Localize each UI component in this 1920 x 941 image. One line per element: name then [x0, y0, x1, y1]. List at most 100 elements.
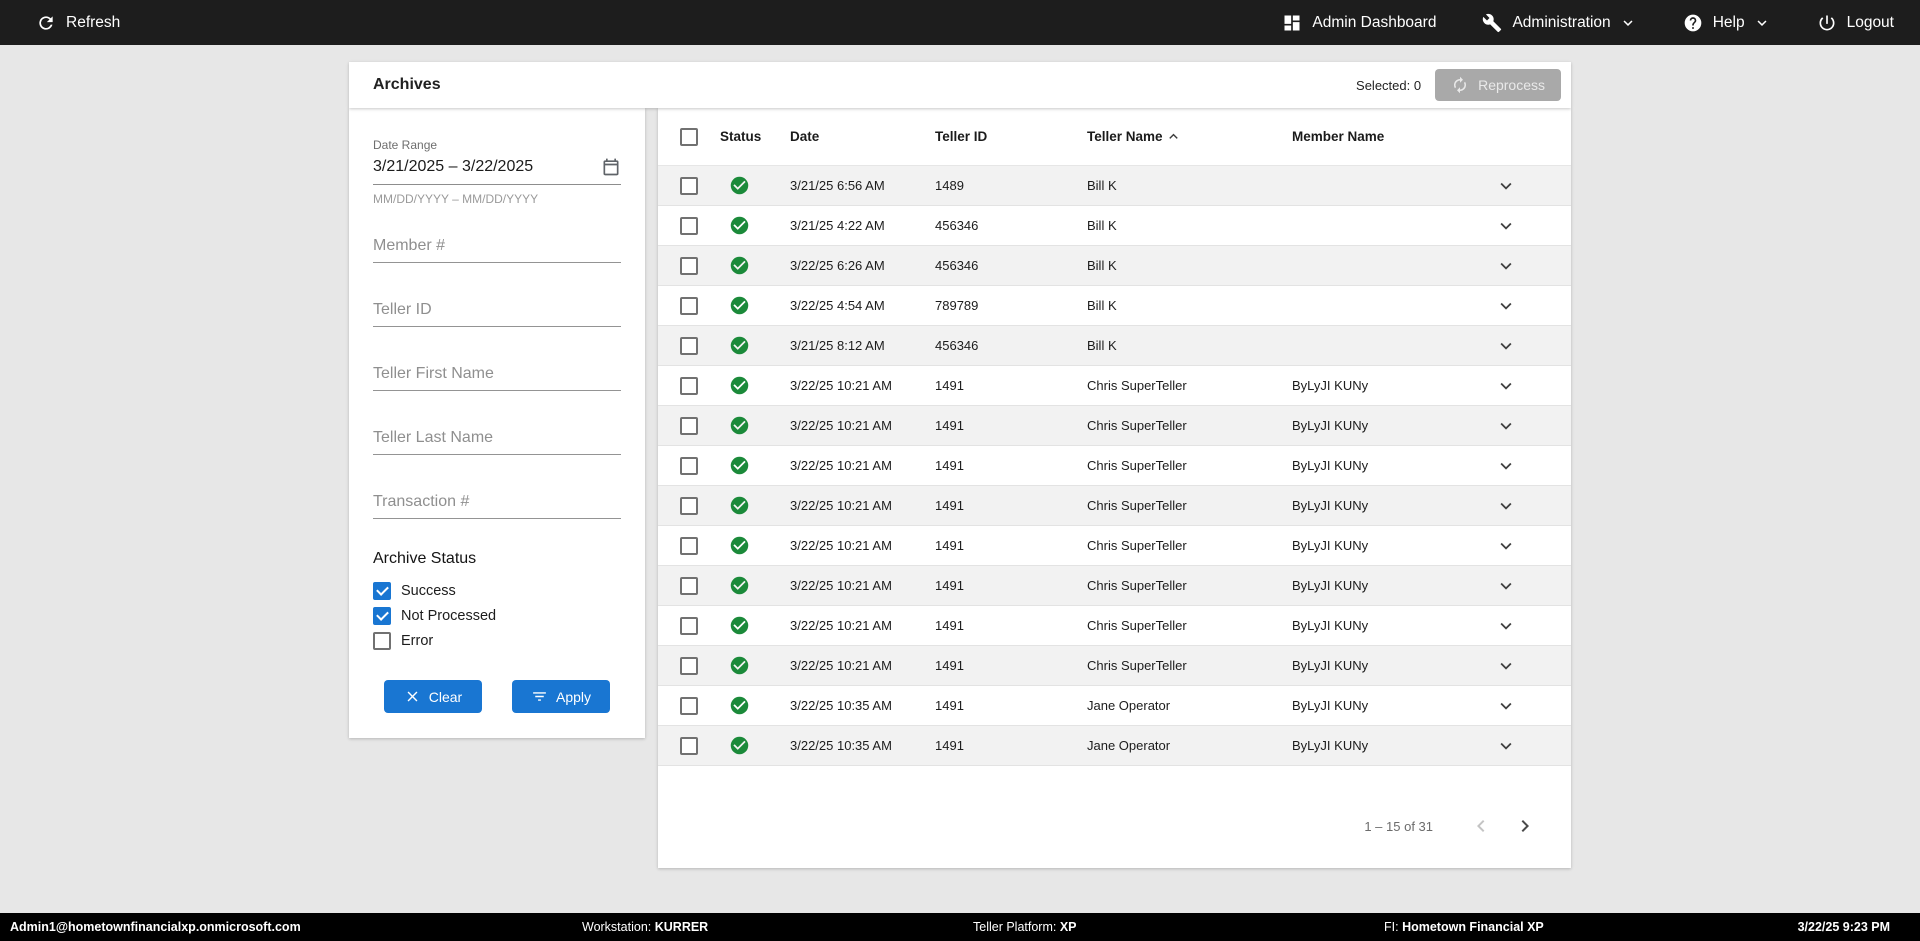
row-checkbox[interactable]: [680, 497, 698, 515]
logout-button[interactable]: Logout: [1817, 13, 1894, 33]
row-checkbox[interactable]: [680, 217, 698, 235]
teller-id-input[interactable]: [373, 294, 621, 327]
refresh-button[interactable]: Refresh: [36, 13, 120, 33]
row-expand-button[interactable]: [1491, 291, 1521, 321]
status-success-icon: [729, 575, 750, 596]
reprocess-button[interactable]: Reprocess: [1435, 69, 1561, 101]
chevron-down-icon: [1495, 255, 1517, 277]
row-expand-button[interactable]: [1491, 651, 1521, 681]
column-header-member-name[interactable]: Member Name: [1292, 129, 1441, 144]
cell-teller-id: 456346: [935, 338, 1087, 353]
row-expand-button[interactable]: [1491, 691, 1521, 721]
error-checkbox[interactable]: [373, 632, 391, 650]
close-icon: [404, 688, 421, 705]
row-checkbox[interactable]: [680, 537, 698, 555]
row-expand-button[interactable]: [1491, 211, 1521, 241]
column-header-teller-name[interactable]: Teller Name: [1087, 128, 1292, 145]
wrench-icon: [1482, 13, 1502, 33]
admin-dashboard-button[interactable]: Admin Dashboard: [1282, 13, 1436, 33]
row-expand-button[interactable]: [1491, 331, 1521, 361]
row-expand-button[interactable]: [1491, 451, 1521, 481]
date-range-input[interactable]: [373, 154, 601, 180]
column-header-teller-id[interactable]: Teller ID: [935, 129, 1087, 144]
status-success-icon: [729, 215, 750, 236]
power-icon: [1817, 13, 1837, 33]
calendar-picker-button[interactable]: [601, 157, 621, 177]
row-expand-button[interactable]: [1491, 171, 1521, 201]
reprocess-label: Reprocess: [1478, 77, 1545, 93]
table-row: 3/22/25 10:21 AM 1491 Chris SuperTeller …: [658, 526, 1571, 566]
next-page-button[interactable]: [1503, 806, 1547, 846]
member-number-input[interactable]: [373, 230, 621, 263]
cell-teller-name: Bill K: [1087, 338, 1292, 353]
previous-page-button[interactable]: [1459, 806, 1503, 846]
row-checkbox[interactable]: [680, 177, 698, 195]
cell-date: 3/22/25 10:21 AM: [790, 538, 935, 553]
cell-teller-name: Chris SuperTeller: [1087, 458, 1292, 473]
column-header-status[interactable]: Status: [720, 129, 790, 144]
row-expand-button[interactable]: [1491, 251, 1521, 281]
select-all-checkbox[interactable]: [680, 128, 698, 146]
table-row: 3/21/25 4:22 AM 456346 Bill K: [658, 206, 1571, 246]
calendar-icon: [601, 157, 621, 177]
row-checkbox[interactable]: [680, 417, 698, 435]
row-expand-button[interactable]: [1491, 531, 1521, 561]
teller-first-name-input[interactable]: [373, 358, 621, 391]
cell-date: 3/21/25 6:56 AM: [790, 178, 935, 193]
administration-label: Administration: [1512, 14, 1610, 32]
row-checkbox[interactable]: [680, 577, 698, 595]
row-expand-button[interactable]: [1491, 731, 1521, 761]
top-navigation-bar: Refresh Admin Dashboard Administration H…: [0, 0, 1920, 45]
table-row: 3/22/25 10:21 AM 1491 Chris SuperTeller …: [658, 646, 1571, 686]
row-expand-button[interactable]: [1491, 411, 1521, 441]
chevron-down-icon: [1495, 455, 1517, 477]
table-row: 3/22/25 10:21 AM 1491 Chris SuperTeller …: [658, 486, 1571, 526]
transaction-number-input[interactable]: [373, 486, 621, 519]
chevron-down-icon: [1495, 735, 1517, 757]
table-row: 3/21/25 8:12 AM 456346 Bill K: [658, 326, 1571, 366]
selected-count: Selected: 0: [1356, 78, 1421, 93]
clear-button[interactable]: Clear: [384, 680, 482, 713]
status-success-icon: [729, 535, 750, 556]
table-body: 3/21/25 6:56 AM 1489 Bill K 3/21/25 4:22…: [658, 166, 1571, 766]
row-checkbox[interactable]: [680, 697, 698, 715]
row-expand-button[interactable]: [1491, 491, 1521, 521]
row-checkbox[interactable]: [680, 617, 698, 635]
row-expand-button[interactable]: [1491, 371, 1521, 401]
success-checkbox[interactable]: [373, 582, 391, 600]
not-processed-checkbox[interactable]: [373, 607, 391, 625]
main-area: Archives Selected: 0 Reprocess Date Rang…: [0, 45, 1920, 913]
status-option-not-processed[interactable]: Not Processed: [373, 607, 621, 625]
status-option-error[interactable]: Error: [373, 632, 621, 650]
administration-menu[interactable]: Administration: [1482, 13, 1636, 33]
date-range-label: Date Range: [373, 138, 621, 152]
help-label: Help: [1713, 14, 1745, 32]
status-option-success[interactable]: Success: [373, 582, 621, 600]
cell-date: 3/22/25 4:54 AM: [790, 298, 935, 313]
row-checkbox[interactable]: [680, 377, 698, 395]
row-checkbox[interactable]: [680, 737, 698, 755]
status-success-icon: [729, 495, 750, 516]
row-checkbox[interactable]: [680, 657, 698, 675]
column-header-date[interactable]: Date: [790, 129, 935, 144]
row-expand-button[interactable]: [1491, 571, 1521, 601]
cell-member-name: ByLyJI KUNy: [1292, 698, 1441, 713]
row-expand-button[interactable]: [1491, 611, 1521, 641]
cell-member-name: ByLyJI KUNy: [1292, 738, 1441, 753]
row-checkbox[interactable]: [680, 297, 698, 315]
row-checkbox[interactable]: [680, 457, 698, 475]
cell-date: 3/22/25 10:21 AM: [790, 418, 935, 433]
table-header-row: Status Date Teller ID Teller Name Member…: [658, 108, 1571, 166]
sync-icon: [1451, 76, 1469, 94]
current-datetime: 3/22/25 9:23 PM: [1798, 920, 1890, 934]
help-menu[interactable]: Help: [1683, 13, 1771, 33]
status-success-icon: [729, 415, 750, 436]
teller-last-name-input[interactable]: [373, 422, 621, 455]
cell-date: 3/22/25 10:35 AM: [790, 698, 935, 713]
chevron-down-icon: [1495, 215, 1517, 237]
row-checkbox[interactable]: [680, 257, 698, 275]
cell-teller-name: Jane Operator: [1087, 738, 1292, 753]
row-checkbox[interactable]: [680, 337, 698, 355]
apply-button[interactable]: Apply: [512, 680, 610, 713]
pagination-range-label: 1 – 15 of 31: [1364, 819, 1433, 834]
